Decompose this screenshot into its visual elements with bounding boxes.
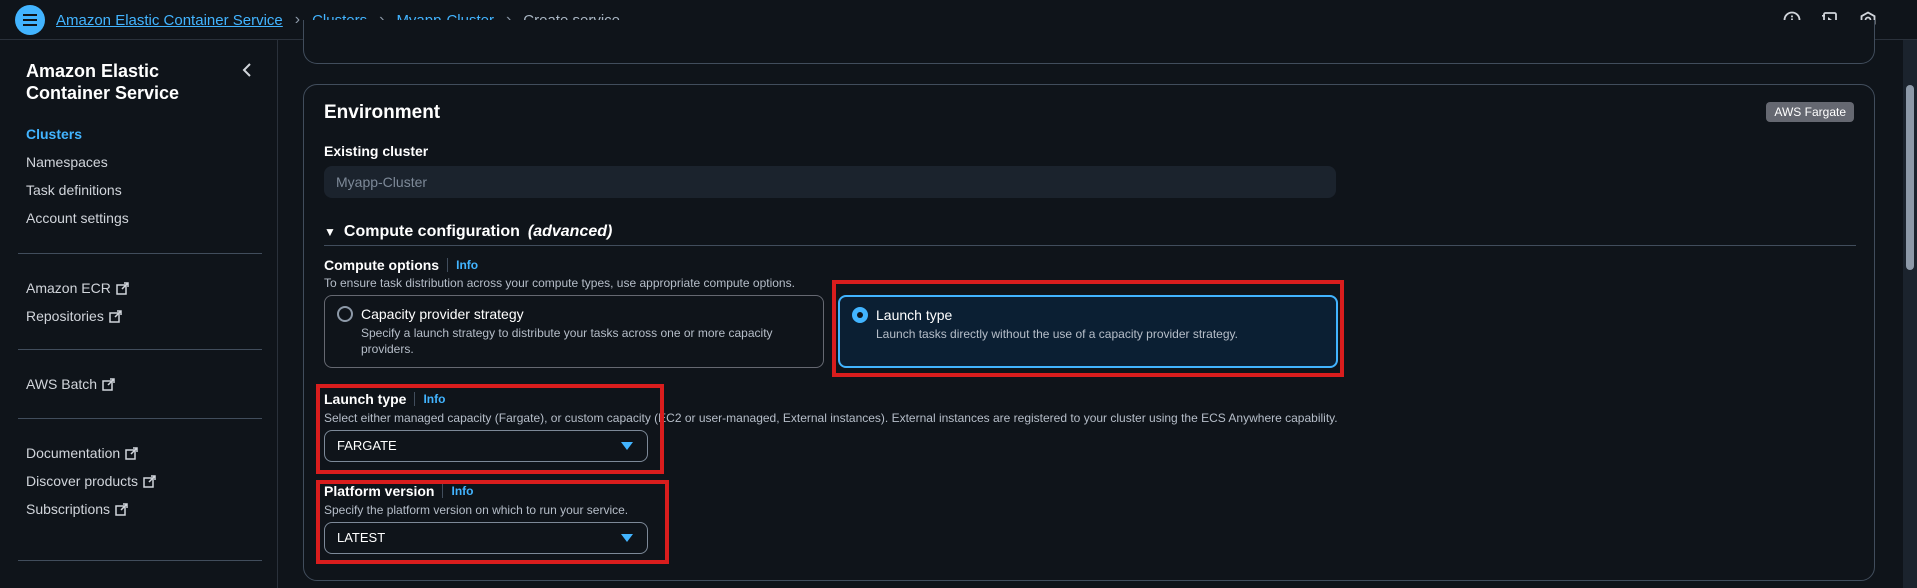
capacity-provider-strategy-option[interactable]: Capacity provider strategy Specify a lau… [324,295,824,368]
sidebar-item-amazon-ecr[interactable]: Amazon ECR [26,280,129,296]
info-link[interactable]: Info [447,258,478,272]
external-link-icon [143,474,156,488]
sidebar-divider [18,418,262,419]
external-link-icon [102,377,115,391]
sidebar-item-subscriptions[interactable]: Subscriptions [26,501,128,517]
sidebar: Amazon Elastic Container Service Cluster… [0,40,278,588]
sidebar-item-label: Amazon ECR [26,280,111,296]
sidebar-item-task-definitions[interactable]: Task definitions [26,182,122,198]
compute-configuration-title: Compute configuration [343,223,520,240]
breadcrumb-ecs[interactable]: Amazon Elastic Container Service [56,12,283,29]
external-link-icon [115,502,128,516]
sidebar-item-label: AWS Batch [26,376,98,392]
sidebar-item-repositories[interactable]: Repositories [26,308,122,324]
sidebar-title: Amazon Elastic Container Service [26,61,180,103]
collapse-sidebar-icon[interactable] [240,62,256,78]
compute-configuration-toggle[interactable]: ▼ Compute configuration (advanced) [324,223,612,241]
highlight-box-launch-type [316,384,664,474]
sidebar-divider [18,253,262,254]
external-link-icon [109,309,122,323]
section-title: Environment [324,102,441,123]
sidebar-item-account-settings[interactable]: Account settings [26,210,129,226]
previous-section-card [303,20,1875,64]
compute-configuration-suffix: (advanced) [527,223,613,240]
sidebar-item-label: Documentation [26,445,121,461]
existing-cluster-label: Existing cluster [324,143,429,159]
sidebar-item-label: Subscriptions [26,501,111,517]
status-badge: AWS Fargate [1766,102,1854,122]
chevron-right-icon: › [294,11,301,28]
scrollbar-thumb[interactable] [1906,85,1914,270]
external-link-icon [116,281,129,295]
caret-down-icon: ▼ [324,225,336,239]
menu-icon[interactable] [15,5,45,35]
section-divider [324,245,1856,246]
compute-options-label: Compute options [324,257,440,273]
compute-options-description: To ensure task distribution across your … [324,276,795,290]
sidebar-divider [18,560,262,561]
sidebar-item-discover-products[interactable]: Discover products [26,473,156,489]
sidebar-item-documentation[interactable]: Documentation [26,445,138,461]
sidebar-item-namespaces[interactable]: Namespaces [26,154,108,170]
external-link-icon [125,446,138,460]
compute-options-label-row: Compute options Info [324,257,478,273]
highlight-box-platform-version [316,480,669,564]
scrollbar[interactable] [1903,40,1917,588]
sidebar-divider [18,349,262,350]
sidebar-item-aws-batch[interactable]: AWS Batch [26,376,115,392]
sidebar-item-label: Repositories [26,308,104,324]
highlight-box-launch-type-option [832,280,1344,377]
option-title: Capacity provider strategy [361,306,524,322]
sidebar-item-clusters[interactable]: Clusters [26,126,82,142]
existing-cluster-field: Myapp-Cluster [324,166,1336,198]
option-description: Specify a launch strategy to distribute … [361,326,773,356]
radio-button[interactable] [337,306,353,322]
sidebar-item-label: Discover products [26,473,139,489]
